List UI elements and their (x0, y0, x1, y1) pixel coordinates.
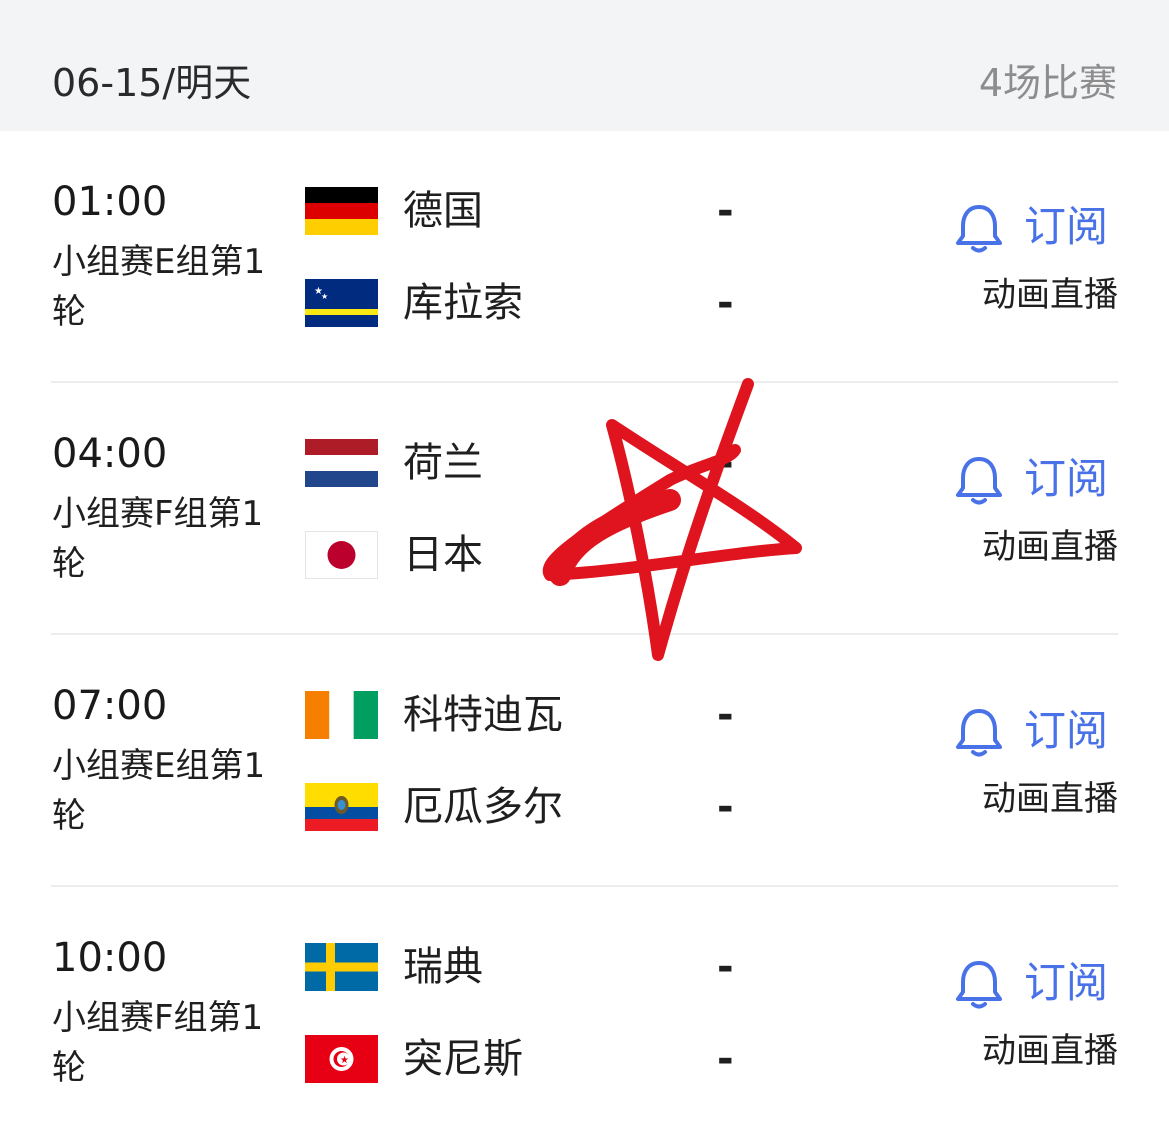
home-team: 瑞典 - (305, 941, 785, 993)
team-name: 德国 (403, 188, 483, 234)
team-name: 突尼斯 (403, 1036, 523, 1082)
date-label: 06-15/明天 (52, 61, 252, 105)
home-team: 荷兰 - (305, 437, 785, 489)
ecuador-flag (305, 783, 378, 831)
away-team: 厄瓜多尔 - (305, 781, 785, 833)
away-team: 日本 - (305, 529, 785, 581)
team-score: - (717, 784, 734, 830)
subscribe-label: 订阅 (1024, 454, 1109, 503)
match-stage: 小组赛E组第1轮 (52, 242, 266, 332)
team-name: 科特迪瓦 (403, 692, 563, 738)
live-animation-link[interactable]: 动画直播 (982, 1023, 1118, 1072)
team-score: - (717, 1036, 734, 1082)
subscribe-label: 订阅 (1024, 958, 1109, 1007)
team-score: - (717, 944, 734, 990)
match-stage: 小组赛F组第1轮 (52, 998, 264, 1088)
match-row[interactable]: 01:00 小组赛E组第1轮 德国 - ★ ★ 库拉索 - 订阅 动画直播 (0, 131, 1169, 383)
match-row[interactable]: 07:00 小组赛E组第1轮 科特迪瓦 - 厄瓜多尔 - 订阅 动画直播 (0, 635, 1169, 887)
home-team: 德国 - (305, 185, 785, 237)
bell-icon (956, 709, 1002, 757)
match-time: 07:00 (52, 683, 168, 729)
match-stage: 小组赛E组第1轮 (52, 746, 266, 836)
bell-icon (956, 205, 1002, 253)
sweden-flag (305, 943, 378, 991)
team-score: - (717, 280, 734, 326)
team-score: - (717, 532, 734, 578)
home-team: 科特迪瓦 - (305, 689, 785, 741)
germany-flag (305, 187, 378, 235)
match-row[interactable]: 10:00 小组赛F组第1轮 瑞典 - ★ 突尼斯 - 订阅 动画直播 (0, 887, 1169, 1139)
subscribe-button[interactable]: 订阅 (950, 197, 1120, 257)
team-name: 厄瓜多尔 (403, 784, 563, 830)
away-team: ★ 突尼斯 - (305, 1033, 785, 1085)
match-time: 01:00 (52, 179, 168, 225)
japan-flag (305, 531, 378, 579)
netherlands-flag (305, 439, 378, 487)
ivory-coast-flag (305, 691, 378, 739)
away-team: ★ ★ 库拉索 - (305, 277, 785, 329)
team-name: 瑞典 (403, 944, 483, 990)
subscribe-label: 订阅 (1024, 706, 1109, 755)
team-score: - (717, 188, 734, 234)
subscribe-button[interactable]: 订阅 (950, 449, 1120, 509)
match-stage: 小组赛F组第1轮 (52, 494, 264, 584)
match-row[interactable]: 04:00 小组赛F组第1轮 荷兰 - 日本 - 订阅 动画直播 (0, 383, 1169, 635)
date-header: 06-15/明天 4场比赛 (0, 0, 1169, 131)
bell-icon (956, 457, 1002, 505)
team-name: 日本 (403, 532, 483, 578)
match-count: 4场比赛 (978, 61, 1117, 105)
match-time: 10:00 (52, 935, 168, 981)
svg-text:★: ★ (340, 1055, 349, 1066)
team-score: - (717, 692, 734, 738)
team-name: 库拉索 (403, 280, 523, 326)
subscribe-label: 订阅 (1024, 202, 1109, 251)
subscribe-button[interactable]: 订阅 (950, 701, 1120, 761)
live-animation-link[interactable]: 动画直播 (982, 771, 1118, 820)
curacao-flag: ★ ★ (305, 279, 378, 327)
tunisia-flag: ★ (305, 1035, 378, 1083)
live-animation-link[interactable]: 动画直播 (982, 519, 1118, 568)
bell-icon (956, 961, 1002, 1009)
subscribe-button[interactable]: 订阅 (950, 953, 1120, 1013)
match-time: 04:00 (52, 431, 168, 477)
live-animation-link[interactable]: 动画直播 (982, 267, 1118, 316)
svg-text:★: ★ (321, 292, 328, 301)
team-score: - (717, 440, 734, 486)
team-name: 荷兰 (403, 440, 483, 486)
